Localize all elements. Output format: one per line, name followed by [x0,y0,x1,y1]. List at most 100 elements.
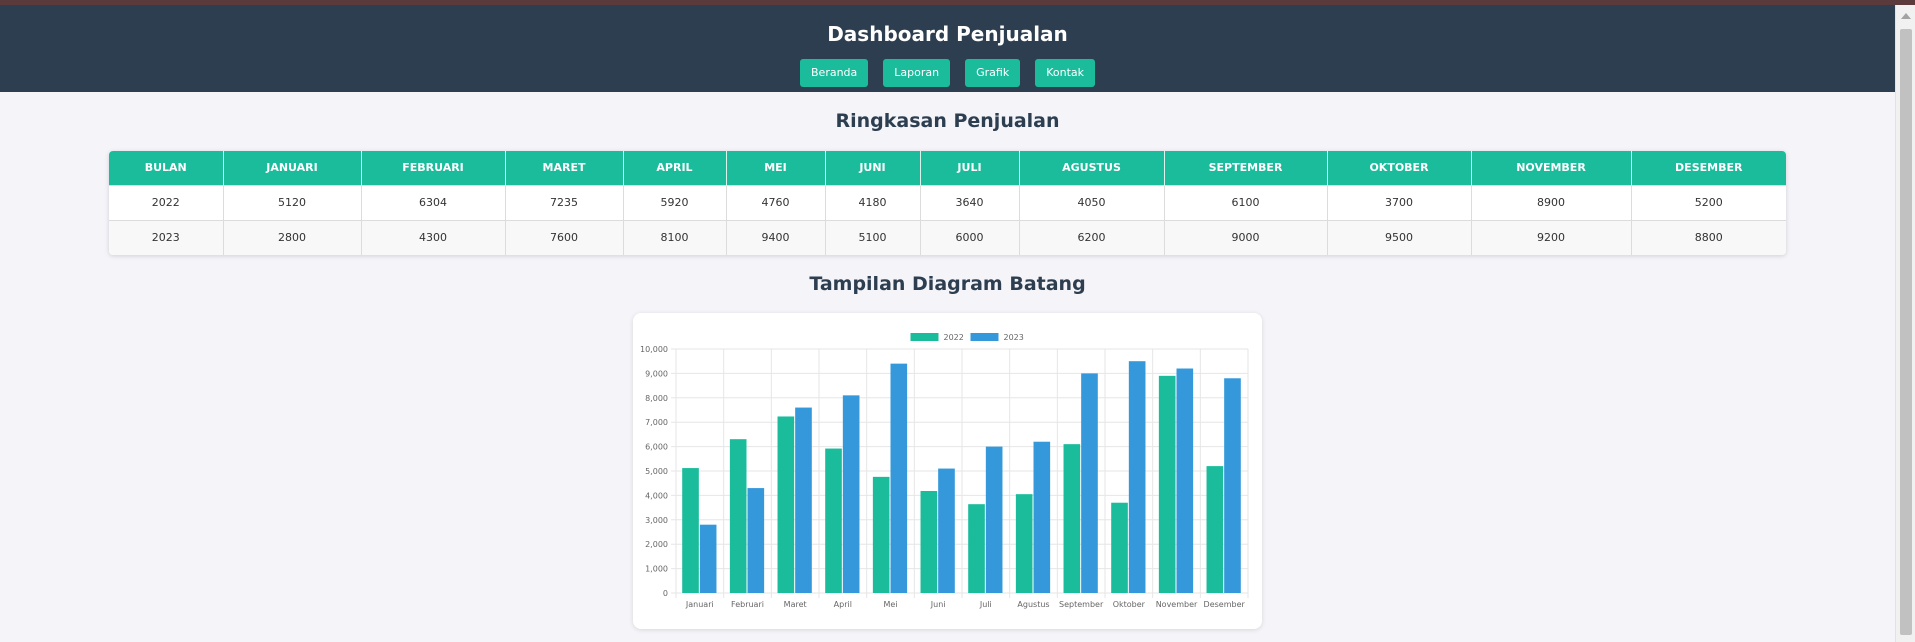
scroll-thumb[interactable] [1900,29,1912,635]
bar-2022-mei [872,476,890,593]
x-tick-label: Januari [685,600,714,609]
page-scrollbar[interactable] [1895,5,1915,642]
bar-2022-juli [968,504,985,593]
bar-2022-juni [920,491,938,593]
sales-summary-table: BULAN JANUARI FEBRUARI MARET APRIL MEI J… [109,151,1786,255]
bar-2023-september [1081,373,1098,593]
bar-2022-maret [777,416,795,593]
table-cell: 9000 [1164,219,1328,255]
bar-2022-desember [1206,466,1224,593]
table-cell: 5100 [825,219,921,255]
bar-2023-oktober [1128,361,1146,593]
bar-2023-juni [938,468,955,593]
x-tick-label: Maret [784,600,807,609]
y-tick-label: 5,000 [645,467,668,476]
table-cell: 6100 [1164,184,1328,220]
table-cell: 9200 [1471,219,1632,255]
x-tick-label: Juni [930,600,946,609]
bar-2023-april [842,395,860,593]
page-title: Dashboard Penjualan [827,22,1068,46]
table-cell: 2023 [109,219,224,255]
table-cell: 6000 [920,219,1020,255]
y-tick-label: 0 [663,589,668,598]
bar-2022-april [825,448,842,593]
y-tick-label: 6,000 [645,443,668,452]
table-row: 2023 2800 4300 7600 8100 9400 5100 6000 … [109,219,1786,255]
table-row: 2022 5120 6304 7235 5920 4760 4180 3640 … [109,184,1786,220]
column-header: AGUSTUS [1019,151,1165,185]
bar-2023-november [1176,368,1194,593]
column-header: JUNI [825,151,921,185]
column-header: MARET [505,151,624,185]
nav-grafik-button[interactable]: Grafik [965,59,1021,87]
table-cell: 9500 [1327,219,1472,255]
legend-label-2022: 2022 [944,333,964,342]
x-tick-label: Februari [731,600,764,609]
x-tick-label: Agustus [1017,600,1049,609]
table-cell: 2800 [223,219,362,255]
bar-2023-mei [890,363,908,593]
column-header: BULAN [109,151,224,185]
y-tick-label: 8,000 [645,394,668,403]
legend-swatch-2022 [910,333,939,341]
bar-chart-card: 0 1,000 2,000 3,000 4,000 5,000 6,000 7,000 8,00… [633,313,1262,629]
x-tick-label: September [1059,600,1104,609]
table-cell: 6304 [361,184,506,220]
bar-2023-januari [699,524,717,593]
x-tick-label: Juli [979,600,992,609]
bar-2023-februari [747,488,765,593]
table-cell: 8100 [623,219,727,255]
table-cell: 8900 [1471,184,1632,220]
column-header: APRIL [623,151,727,185]
y-tick-label: 2,000 [645,540,668,549]
table-cell: 4760 [726,184,826,220]
table-cell: 4180 [825,184,921,220]
column-header: FEBRUARI [361,151,506,185]
legend-label-2023: 2023 [1004,333,1024,342]
bar-2022-september [1063,444,1081,593]
bar-2022-februari [729,439,747,593]
bar-2023-desember [1224,378,1241,593]
column-header: NOVEMBER [1471,151,1632,185]
column-header: JULI [920,151,1020,185]
x-tick-label: April [834,600,852,609]
summary-title: Ringkasan Penjualan [835,110,1060,132]
nav-laporan-button[interactable]: Laporan [883,59,951,87]
table-cell: 9400 [726,219,826,255]
x-tick-label: November [1156,600,1198,609]
y-tick-label: 10,000 [640,345,668,354]
table-cell: 3640 [920,184,1020,220]
y-tick-label: 7,000 [645,418,668,427]
table-cell: 5920 [623,184,727,220]
column-header: OKTOBER [1327,151,1472,185]
scroll-up-arrow-icon[interactable] [1901,13,1911,19]
legend-swatch-2023 [970,333,999,341]
column-header: JANUARI [223,151,362,185]
nav-kontak-button[interactable]: Kontak [1035,59,1095,87]
x-tick-label: Desember [1204,600,1246,609]
table-cell: 2022 [109,184,224,220]
table-cell: 6200 [1019,219,1165,255]
table-header-row: BULAN JANUARI FEBRUARI MARET APRIL MEI J… [109,151,1786,185]
table-cell: 3700 [1327,184,1472,220]
y-tick-label: 9,000 [645,369,668,378]
column-header: SEPTEMBER [1164,151,1328,185]
table-cell: 4300 [361,219,506,255]
bar-2023-juli [985,446,1003,593]
y-tick-label: 3,000 [645,516,668,525]
column-header: MEI [726,151,826,185]
y-tick-label: 4,000 [645,491,668,500]
bar-chart: 0 1,000 2,000 3,000 4,000 5,000 6,000 7,000 8,00… [640,333,1249,609]
nav-beranda-button[interactable]: Beranda [800,59,869,87]
bar-2022-oktober [1111,502,1128,593]
bar-2022-agustus [1015,494,1033,593]
table-cell: 7600 [505,219,624,255]
table-cell: 4050 [1019,184,1165,220]
table-cell: 7235 [505,184,624,220]
table-cell: 8800 [1631,219,1786,255]
table-cell: 5200 [1631,184,1786,220]
column-header: DESEMBER [1631,151,1786,185]
y-tick-label: 1,000 [645,565,668,574]
bar-2022-november [1158,375,1176,593]
x-tick-label: Oktober [1113,600,1146,609]
